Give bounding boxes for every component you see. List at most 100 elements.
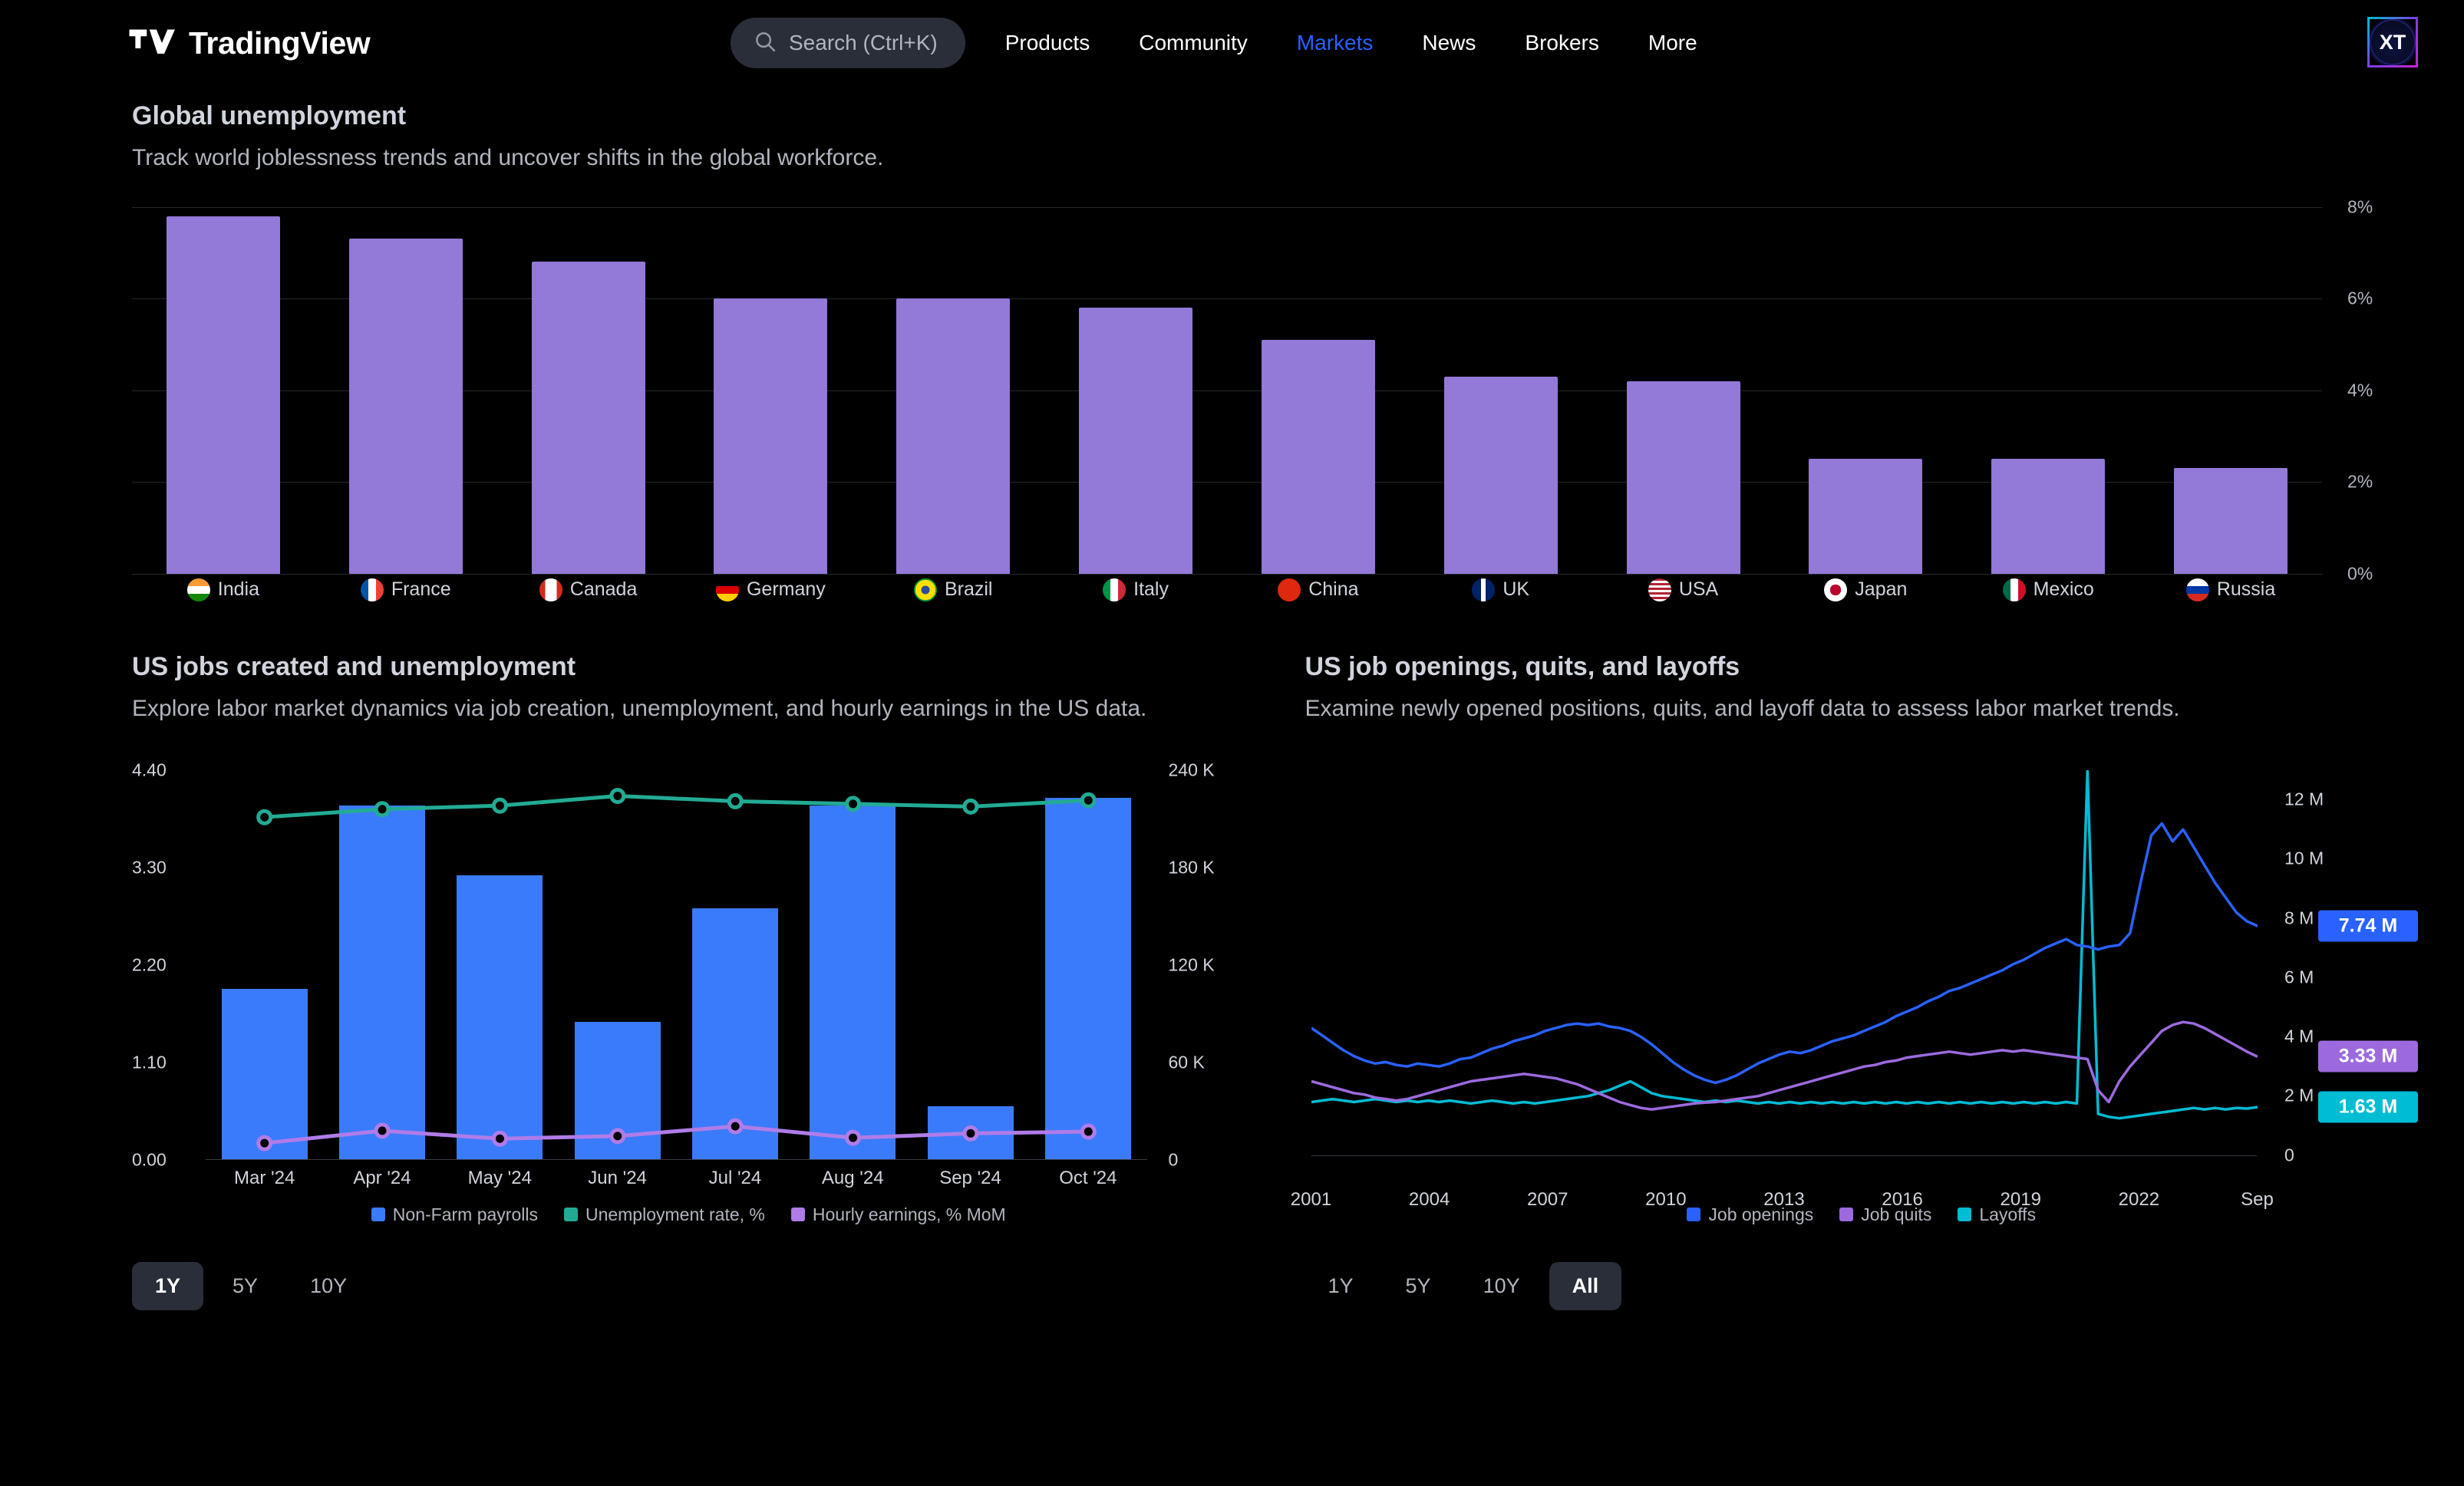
x-axis-tick: Jul '24 — [676, 1168, 793, 1189]
range-button-10y[interactable]: 10Y — [287, 1262, 370, 1310]
nav-item-news[interactable]: News — [1397, 18, 1500, 68]
value-badge: 3.33 M — [2318, 1041, 2418, 1072]
x-axis-tick: 2004 — [1409, 1189, 1450, 1211]
category-label: Japan — [1774, 574, 1957, 606]
nav-item-brokers[interactable]: Brokers — [1500, 18, 1623, 68]
range-button-1y[interactable]: 1Y — [1305, 1262, 1377, 1310]
flag-icon-india — [187, 578, 210, 601]
combo-line-overlay — [206, 770, 1147, 1160]
global-unemployment-section: Global unemployment Track world joblessn… — [0, 86, 2464, 606]
range-button-1y[interactable]: 1Y — [132, 1262, 203, 1310]
range-button-5y[interactable]: 5Y — [1383, 1262, 1454, 1310]
avatar[interactable]: XT — [2367, 17, 2418, 68]
range-button-5y[interactable]: 5Y — [209, 1262, 281, 1310]
x-axis-tick: Sep — [2241, 1189, 2274, 1211]
bar-column[interactable] — [497, 207, 680, 574]
legend-label: Hourly earnings, % MoM — [813, 1204, 1006, 1225]
x-axis-tick: 2010 — [1645, 1189, 1686, 1211]
category-label: China — [1227, 574, 1410, 606]
x-axis-tick: Apr '24 — [323, 1168, 440, 1189]
value-badge: 7.74 M — [2318, 910, 2418, 941]
search-button[interactable]: Search (Ctrl+K) — [731, 18, 965, 68]
bar[interactable] — [1991, 459, 2105, 573]
bar[interactable] — [896, 298, 1010, 574]
us-openings-chart[interactable]: 20012004200720102013201620192022Sep 12 M… — [1305, 770, 2419, 1200]
bar[interactable] — [1627, 381, 1740, 574]
nav-item-markets[interactable]: Markets — [1272, 18, 1398, 68]
y-axis-tick: 2% — [2334, 472, 2418, 493]
legend-item[interactable]: Unemployment rate, % — [564, 1204, 765, 1225]
legend-item[interactable]: Non-Farm payrolls — [371, 1204, 538, 1225]
range-button-10y[interactable]: 10Y — [1460, 1262, 1543, 1310]
nav-item-community[interactable]: Community — [1114, 18, 1272, 68]
search-icon — [754, 30, 777, 57]
us-openings-header: US job openings, quits, and layoffs Exam… — [1305, 652, 2419, 744]
country-name: France — [391, 578, 451, 601]
flag-icon-japan — [1824, 578, 1847, 601]
bar-column[interactable] — [1592, 207, 1775, 574]
legend-label: Non-Farm payrolls — [393, 1204, 538, 1225]
bar[interactable] — [167, 216, 280, 574]
us-jobs-title: US jobs created and unemployment — [132, 652, 1245, 682]
legend-swatch — [1839, 1208, 1853, 1221]
y-axis-tick: 4% — [2334, 380, 2418, 400]
country-name: Japan — [1855, 578, 1907, 601]
bar-column[interactable] — [1227, 207, 1410, 574]
category-label: Brazil — [862, 574, 1044, 606]
bar-column[interactable] — [862, 207, 1044, 574]
y-axis-tick: 8% — [2334, 196, 2418, 217]
legend-swatch — [1958, 1208, 1971, 1221]
tradingview-logo[interactable]: TradingView — [129, 25, 370, 61]
bar[interactable] — [1809, 459, 1922, 573]
global-unemployment-chart[interactable]: 8%6%4%2%0% IndiaFranceCanadaGermanyBrazi… — [132, 207, 2418, 606]
us-jobs-header: US jobs created and unemployment Explore… — [132, 652, 1245, 744]
flag-icon-canada — [539, 578, 562, 601]
bar[interactable] — [2174, 468, 2288, 573]
bar-column[interactable] — [132, 207, 315, 574]
us-openings-panel: US job openings, quits, and layoffs Exam… — [1305, 652, 2419, 1310]
flag-icon-mexico — [2003, 578, 2026, 601]
bar-column[interactable] — [1957, 207, 2139, 574]
left-axis-tick: 2.20 — [132, 954, 201, 975]
category-label: Canada — [497, 574, 680, 606]
bar-column[interactable] — [1774, 207, 1957, 574]
legend-item[interactable]: Hourly earnings, % MoM — [791, 1204, 1006, 1225]
bar[interactable] — [532, 262, 645, 573]
bar-column[interactable] — [2139, 207, 2322, 574]
us-jobs-subtitle: Explore labor market dynamics via job cr… — [132, 693, 1245, 726]
country-name: Canada — [570, 578, 638, 601]
nav-item-products[interactable]: Products — [981, 18, 1115, 68]
country-name: Mexico — [2034, 578, 2094, 601]
us-jobs-axis-line — [206, 1159, 1147, 1160]
bar-column[interactable] — [1410, 207, 1592, 574]
range-button-all[interactable]: All — [1549, 1262, 1622, 1310]
us-jobs-panel: US jobs created and unemployment Explore… — [132, 652, 1245, 1310]
us-jobs-range-selector: 1Y 5Y 10Y — [132, 1262, 1245, 1310]
bar[interactable] — [1262, 340, 1375, 574]
nav-item-more[interactable]: More — [1624, 18, 1722, 68]
tradingview-logo-icon — [129, 27, 178, 59]
left-axis-tick: 1.10 — [132, 1052, 201, 1072]
axis-baseline — [1311, 1155, 2258, 1156]
left-axis-tick: 3.30 — [132, 857, 201, 878]
x-axis-tick: Sep '24 — [912, 1168, 1029, 1189]
category-label: Mexico — [1957, 574, 2139, 606]
country-name: Brazil — [945, 578, 993, 601]
x-axis-tick: Aug '24 — [794, 1168, 912, 1189]
flag-icon-usa — [1648, 578, 1671, 601]
bar[interactable] — [1444, 377, 1558, 574]
bar-column[interactable] — [1044, 207, 1227, 574]
category-label: Italy — [1044, 574, 1227, 606]
bar[interactable] — [714, 298, 827, 574]
bar[interactable] — [349, 239, 463, 573]
category-label: UK — [1410, 574, 1592, 606]
bar-column[interactable] — [679, 207, 862, 574]
us-jobs-chart[interactable]: Mar '24Apr '24May '24Jun '24Jul '24Aug '… — [132, 770, 1245, 1200]
x-axis-tick: Jun '24 — [559, 1168, 676, 1189]
bar[interactable] — [1079, 308, 1192, 574]
flag-icon-italy — [1103, 578, 1126, 601]
flag-icon-brazil — [914, 578, 937, 601]
left-axis-tick: 4.40 — [132, 759, 201, 780]
category-label: France — [315, 574, 497, 606]
bar-column[interactable] — [315, 207, 497, 574]
